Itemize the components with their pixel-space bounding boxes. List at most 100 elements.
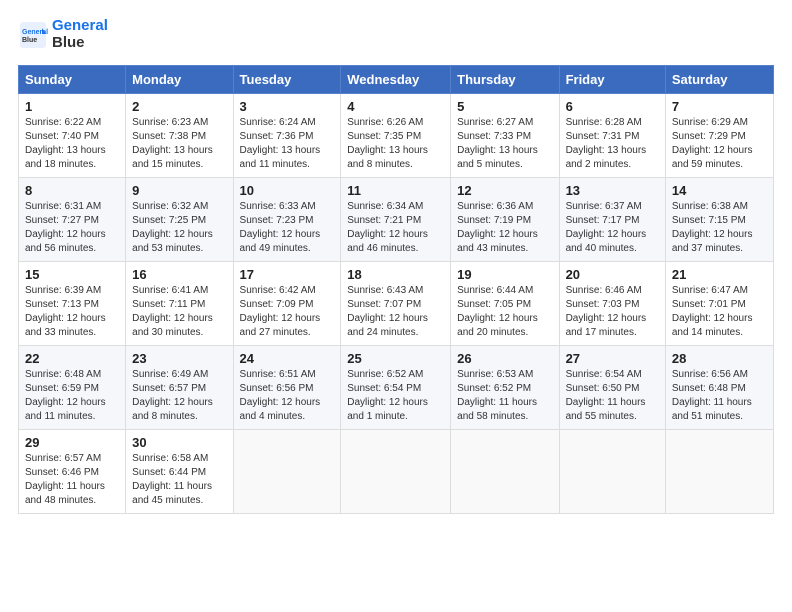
day-number: 1	[25, 99, 119, 114]
day-number: 19	[457, 267, 552, 282]
day-info: Sunrise: 6:22 AMSunset: 7:40 PMDaylight:…	[25, 116, 119, 172]
calendar-cell: 9 Sunrise: 6:32 AMSunset: 7:25 PMDaylight…	[126, 178, 233, 262]
day-header-friday: Friday	[559, 66, 665, 94]
day-number: 7	[672, 99, 767, 114]
day-number: 27	[566, 351, 659, 366]
calendar-cell: 12Sunrise: 6:36 AMSunset: 7:19 PMDayligh…	[451, 178, 559, 262]
calendar-header-row: SundayMondayTuesdayWednesdayThursdayFrid…	[19, 66, 774, 94]
calendar-cell	[451, 430, 559, 514]
calendar-cell: 30 Sunrise: 6:58 AMSunset: 6:44 PMDayligh…	[126, 430, 233, 514]
day-number: 6	[566, 99, 659, 114]
calendar-cell: 24 Sunrise: 6:51 AMSunset: 6:56 PMDayligh…	[233, 346, 341, 430]
calendar-cell: 7 Sunrise: 6:29 AMSunset: 7:29 PMDaylight…	[665, 94, 773, 178]
day-info: Sunrise: 6:39 AMSunset: 7:13 PMDaylight:…	[25, 284, 119, 340]
day-info: Sunrise: 6:54 AMSunset: 6:50 PMDaylight:…	[566, 368, 659, 424]
calendar-cell: 4Sunrise: 6:26 AMSunset: 7:35 PMDaylight…	[341, 94, 451, 178]
calendar-cell: 11 Sunrise: 6:34 AMSunset: 7:21 PMDayligh…	[341, 178, 451, 262]
day-number: 11	[347, 183, 444, 198]
day-number: 9	[132, 183, 226, 198]
day-info: Sunrise: 6:47 AMSunset: 7:01 PMDaylight:…	[672, 284, 767, 340]
calendar-cell: 16 Sunrise: 6:41 AMSunset: 7:11 PMDayligh…	[126, 262, 233, 346]
day-number: 2	[132, 99, 226, 114]
day-number: 29	[25, 435, 119, 450]
day-number: 25	[347, 351, 444, 366]
calendar-cell: 27 Sunrise: 6:54 AMSunset: 6:50 PMDayligh…	[559, 346, 665, 430]
day-info: Sunrise: 6:28 AMSunset: 7:31 PMDaylight:…	[566, 116, 659, 172]
calendar-cell: 6 Sunrise: 6:28 AMSunset: 7:31 PMDaylight…	[559, 94, 665, 178]
day-info: Sunrise: 6:49 AMSunset: 6:57 PMDaylight:…	[132, 368, 226, 424]
calendar-cell: 25 Sunrise: 6:52 AMSunset: 6:54 PMDayligh…	[341, 346, 451, 430]
day-info: Sunrise: 6:23 AMSunset: 7:38 PMDaylight:…	[132, 116, 226, 172]
day-number: 26	[457, 351, 552, 366]
calendar-week-row: 29 Sunrise: 6:57 AMSunset: 6:46 PMDayligh…	[19, 430, 774, 514]
day-header-monday: Monday	[126, 66, 233, 94]
logo-text: General Blue	[52, 18, 108, 51]
day-info: Sunrise: 6:33 AMSunset: 7:23 PMDaylight:…	[240, 200, 335, 256]
day-number: 15	[25, 267, 119, 282]
page: General Blue General Blue SundayMondayTu…	[0, 0, 792, 612]
day-info: Sunrise: 6:37 AMSunset: 7:17 PMDaylight:…	[566, 200, 659, 256]
day-number: 23	[132, 351, 226, 366]
calendar-cell: 18 Sunrise: 6:43 AMSunset: 7:07 PMDayligh…	[341, 262, 451, 346]
day-number: 24	[240, 351, 335, 366]
day-info: Sunrise: 6:41 AMSunset: 7:11 PMDaylight:…	[132, 284, 226, 340]
calendar-cell: 21Sunrise: 6:47 AMSunset: 7:01 PMDayligh…	[665, 262, 773, 346]
calendar-cell: 22 Sunrise: 6:48 AMSunset: 6:59 PMDayligh…	[19, 346, 126, 430]
day-number: 17	[240, 267, 335, 282]
day-info: Sunrise: 6:24 AMSunset: 7:36 PMDaylight:…	[240, 116, 335, 172]
calendar-table: SundayMondayTuesdayWednesdayThursdayFrid…	[18, 65, 774, 514]
day-header-tuesday: Tuesday	[233, 66, 341, 94]
day-info: Sunrise: 6:51 AMSunset: 6:56 PMDaylight:…	[240, 368, 335, 424]
day-info: Sunrise: 6:29 AMSunset: 7:29 PMDaylight:…	[672, 116, 767, 172]
header: General Blue General Blue	[18, 18, 774, 51]
calendar-week-row: 22 Sunrise: 6:48 AMSunset: 6:59 PMDayligh…	[19, 346, 774, 430]
day-info: Sunrise: 6:31 AMSunset: 7:27 PMDaylight:…	[25, 200, 119, 256]
calendar-cell: 26 Sunrise: 6:53 AMSunset: 6:52 PMDayligh…	[451, 346, 559, 430]
day-header-thursday: Thursday	[451, 66, 559, 94]
calendar-cell: 15 Sunrise: 6:39 AMSunset: 7:13 PMDayligh…	[19, 262, 126, 346]
calendar-cell	[233, 430, 341, 514]
calendar-cell: 8 Sunrise: 6:31 AMSunset: 7:27 PMDaylight…	[19, 178, 126, 262]
calendar-cell: 14 Sunrise: 6:38 AMSunset: 7:15 PMDayligh…	[665, 178, 773, 262]
logo: General Blue General Blue	[18, 18, 108, 51]
day-header-saturday: Saturday	[665, 66, 773, 94]
day-header-wednesday: Wednesday	[341, 66, 451, 94]
day-info: Sunrise: 6:36 AMSunset: 7:19 PMDaylight:…	[457, 200, 552, 256]
calendar-cell	[341, 430, 451, 514]
calendar-cell: 10 Sunrise: 6:33 AMSunset: 7:23 PMDayligh…	[233, 178, 341, 262]
day-info: Sunrise: 6:38 AMSunset: 7:15 PMDaylight:…	[672, 200, 767, 256]
day-info: Sunrise: 6:52 AMSunset: 6:54 PMDaylight:…	[347, 368, 444, 424]
day-number: 3	[240, 99, 335, 114]
day-number: 30	[132, 435, 226, 450]
calendar-week-row: 15 Sunrise: 6:39 AMSunset: 7:13 PMDayligh…	[19, 262, 774, 346]
day-info: Sunrise: 6:56 AMSunset: 6:48 PMDaylight:…	[672, 368, 767, 424]
day-number: 8	[25, 183, 119, 198]
day-number: 22	[25, 351, 119, 366]
day-info: Sunrise: 6:32 AMSunset: 7:25 PMDaylight:…	[132, 200, 226, 256]
day-info: Sunrise: 6:44 AMSunset: 7:05 PMDaylight:…	[457, 284, 552, 340]
day-number: 5	[457, 99, 552, 114]
calendar-week-row: 8 Sunrise: 6:31 AMSunset: 7:27 PMDaylight…	[19, 178, 774, 262]
day-info: Sunrise: 6:57 AMSunset: 6:46 PMDaylight:…	[25, 452, 119, 508]
day-info: Sunrise: 6:34 AMSunset: 7:21 PMDaylight:…	[347, 200, 444, 256]
calendar-cell	[559, 430, 665, 514]
calendar-cell: 1 Sunrise: 6:22 AMSunset: 7:40 PMDaylight…	[19, 94, 126, 178]
calendar-cell: 17 Sunrise: 6:42 AMSunset: 7:09 PMDayligh…	[233, 262, 341, 346]
day-info: Sunrise: 6:27 AMSunset: 7:33 PMDaylight:…	[457, 116, 552, 172]
logo-icon: General Blue	[18, 20, 48, 50]
day-number: 18	[347, 267, 444, 282]
day-info: Sunrise: 6:53 AMSunset: 6:52 PMDaylight:…	[457, 368, 552, 424]
calendar-cell: 3 Sunrise: 6:24 AMSunset: 7:36 PMDaylight…	[233, 94, 341, 178]
calendar-cell	[665, 430, 773, 514]
calendar-cell: 29 Sunrise: 6:57 AMSunset: 6:46 PMDayligh…	[19, 430, 126, 514]
day-number: 10	[240, 183, 335, 198]
day-number: 14	[672, 183, 767, 198]
day-info: Sunrise: 6:48 AMSunset: 6:59 PMDaylight:…	[25, 368, 119, 424]
day-info: Sunrise: 6:58 AMSunset: 6:44 PMDaylight:…	[132, 452, 226, 508]
day-info: Sunrise: 6:43 AMSunset: 7:07 PMDaylight:…	[347, 284, 444, 340]
day-info: Sunrise: 6:42 AMSunset: 7:09 PMDaylight:…	[240, 284, 335, 340]
calendar-cell: 19 Sunrise: 6:44 AMSunset: 7:05 PMDayligh…	[451, 262, 559, 346]
day-number: 28	[672, 351, 767, 366]
day-number: 4	[347, 99, 444, 114]
day-number: 16	[132, 267, 226, 282]
